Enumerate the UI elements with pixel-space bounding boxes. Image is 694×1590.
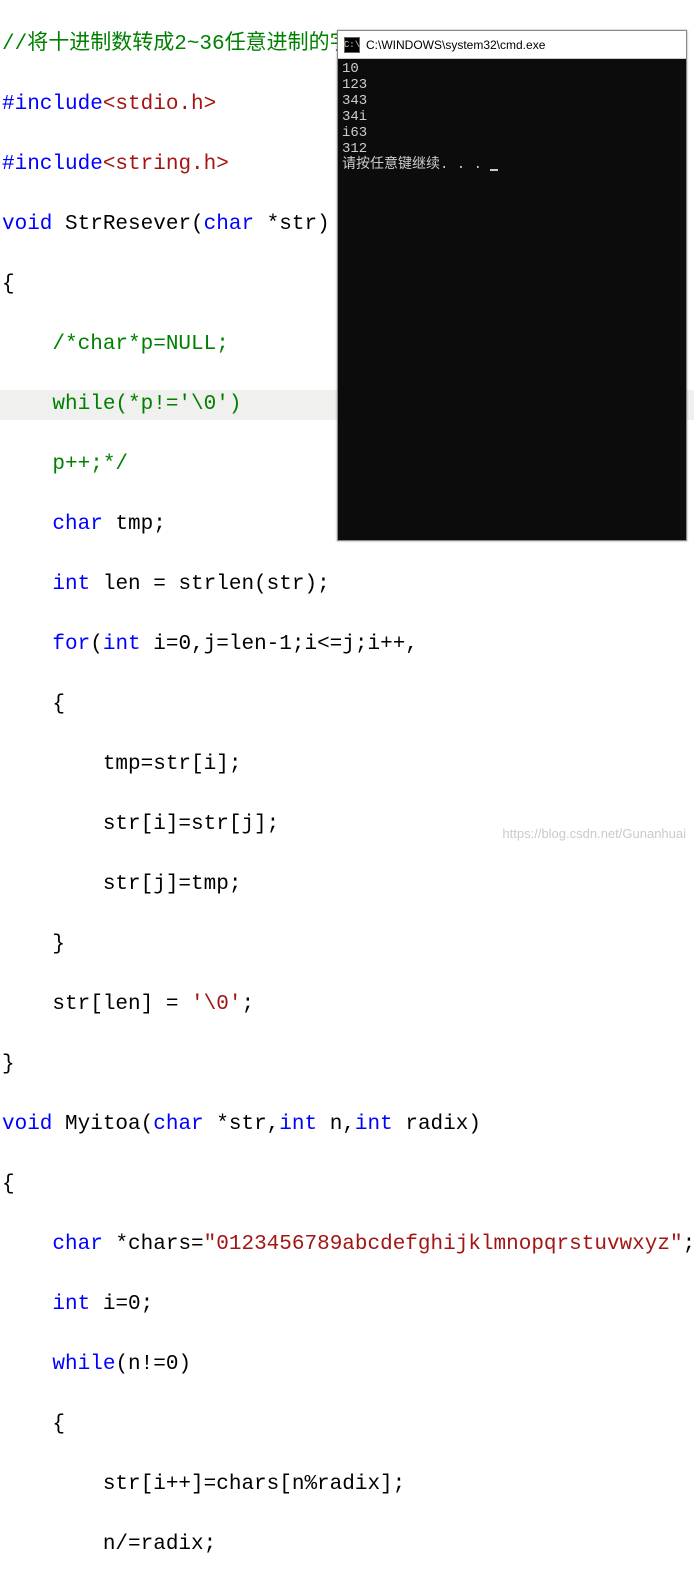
include-header: <stdio.h> xyxy=(103,93,216,116)
code-text: (n!=0) xyxy=(115,1353,191,1376)
comment: while(*p!='\0') xyxy=(2,393,241,416)
indent xyxy=(2,1293,52,1316)
code-text: i=0,j=len-1;i<=j;i++, xyxy=(141,633,418,656)
brace: { xyxy=(2,693,65,716)
cmd-line: 312 xyxy=(342,141,367,157)
code-text: str[j]=tmp; xyxy=(2,873,241,896)
type-keyword: void xyxy=(2,1113,52,1136)
cmd-titlebar[interactable]: C:\ C:\WINDOWS\system32\cmd.exe xyxy=(338,31,686,59)
var-decl: i=0; xyxy=(90,1293,153,1316)
string-literal: "0123456789abcdefghijklmnopqrstuvwxyz" xyxy=(204,1233,683,1256)
brace: { xyxy=(2,1173,15,1196)
include-header: <string.h> xyxy=(103,153,229,176)
brace: { xyxy=(2,1413,65,1436)
include-keyword: #include xyxy=(2,93,103,116)
indent xyxy=(2,633,52,656)
include-keyword: #include xyxy=(2,153,103,176)
type-keyword: char xyxy=(153,1113,203,1136)
func-decl: StrResever( xyxy=(52,213,203,236)
func-decl: n, xyxy=(317,1113,355,1136)
cmd-line: 34i xyxy=(342,109,367,125)
cmd-line: 343 xyxy=(342,93,367,109)
comment: /*char*p=NULL; xyxy=(2,333,229,356)
comment: //将十进制数转成2~36任意进制的字符串 xyxy=(2,33,393,56)
cmd-prompt: 请按任意键继续. . . xyxy=(342,157,490,173)
watermark: https://blog.csdn.net/Gunanhuai xyxy=(502,819,686,849)
type-keyword: char xyxy=(52,1233,102,1256)
code-text: ; xyxy=(683,1233,694,1256)
cmd-line: i63 xyxy=(342,125,367,141)
brace: } xyxy=(2,933,65,956)
type-keyword: int xyxy=(103,633,141,656)
type-keyword: void xyxy=(2,213,52,236)
indent xyxy=(2,1353,52,1376)
cmd-title-text: C:\WINDOWS\system32\cmd.exe xyxy=(366,30,545,60)
cmd-output[interactable]: 10 123 343 34i i63 312 请按任意键继续. . . xyxy=(338,59,686,540)
brace: { xyxy=(2,273,15,296)
indent xyxy=(2,573,52,596)
cmd-icon: C:\ xyxy=(344,37,360,53)
cursor-icon xyxy=(490,169,498,171)
indent xyxy=(2,513,52,536)
func-decl: *str, xyxy=(204,1113,280,1136)
code-text: ( xyxy=(90,633,103,656)
type-keyword: int xyxy=(52,573,90,596)
while-keyword: while xyxy=(52,1353,115,1376)
code-text: n/=radix; xyxy=(2,1533,216,1556)
type-keyword: int xyxy=(52,1293,90,1316)
char-literal: '\0' xyxy=(191,993,241,1016)
indent xyxy=(2,1233,52,1256)
code-text: ; xyxy=(241,993,254,1016)
comment: p++;*/ xyxy=(2,453,128,476)
var-decl: len = strlen(str); xyxy=(90,573,329,596)
code-text: str[i++]=chars[n%radix]; xyxy=(2,1473,405,1496)
type-keyword: char xyxy=(52,513,102,536)
brace: } xyxy=(2,1053,15,1076)
type-keyword: int xyxy=(355,1113,393,1136)
func-decl: radix) xyxy=(393,1113,481,1136)
code-text: str[i]=str[j]; xyxy=(2,813,279,836)
cmd-line: 10 xyxy=(342,61,359,77)
for-keyword: for xyxy=(52,633,90,656)
func-decl: Myitoa( xyxy=(52,1113,153,1136)
cmd-line: 123 xyxy=(342,77,367,93)
type-keyword: int xyxy=(279,1113,317,1136)
code-text: tmp=str[i]; xyxy=(2,753,241,776)
code-text: *chars= xyxy=(103,1233,204,1256)
code-text: str[len] = xyxy=(2,993,191,1016)
func-decl: *str) xyxy=(254,213,330,236)
cmd-window[interactable]: C:\ C:\WINDOWS\system32\cmd.exe 10 123 3… xyxy=(337,30,687,541)
type-keyword: char xyxy=(204,213,254,236)
var-decl: tmp; xyxy=(103,513,166,536)
